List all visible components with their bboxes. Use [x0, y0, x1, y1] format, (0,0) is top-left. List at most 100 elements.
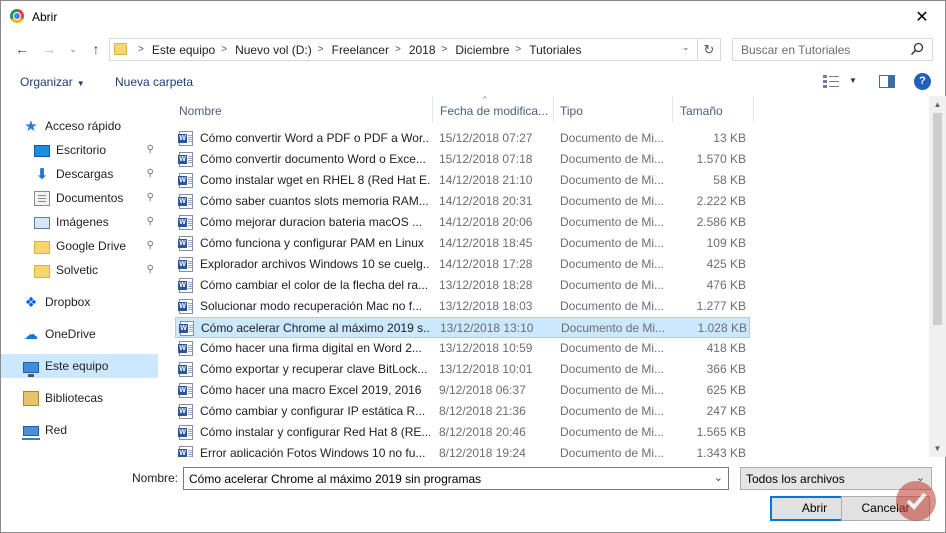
filetype-value: Todos los archivos	[746, 472, 845, 486]
file-size: 625 KB	[706, 383, 746, 397]
file-row[interactable]: Cómo mejorar duracion bateria macOS ... 1…	[175, 212, 750, 233]
address-dropdown-icon[interactable]: ⌄	[682, 42, 690, 53]
file-row[interactable]: Cómo cambiar el color de la flecha del r…	[175, 275, 750, 296]
filename-label: Nombre:	[132, 471, 179, 485]
chevron-right-icon[interactable]: >	[138, 44, 144, 55]
file-name: Cómo convertir documento Word o Exce...	[200, 152, 426, 166]
file-size: 1.028 KB	[697, 321, 747, 335]
scroll-thumb[interactable]	[933, 113, 942, 325]
chevron-right-icon[interactable]: >	[515, 44, 521, 55]
file-row[interactable]: Solucionar modo recuperación Mac no f...…	[175, 296, 750, 317]
file-size: 1.570 KB	[696, 152, 746, 166]
file-row[interactable]: Cómo cambiar y configurar IP estática R.…	[175, 401, 750, 422]
file-row[interactable]: Cómo convertir Word a PDF o PDF a Wor...…	[175, 128, 750, 149]
breadcrumb-item[interactable]: Diciembre	[455, 43, 509, 57]
sidebar-item-label: Bibliotecas	[45, 391, 104, 405]
breadcrumb-item[interactable]: Este equipo	[152, 43, 215, 57]
refresh-button[interactable]: ↻	[698, 38, 721, 61]
vertical-scrollbar[interactable]: ▲ ▼	[929, 96, 946, 457]
forward-button[interactable]: →	[40, 41, 58, 57]
close-button[interactable]: ✕	[899, 1, 945, 32]
file-row[interactable]: Cómo convertir documento Word o Exce... 1…	[175, 149, 750, 170]
sidebar-item-red[interactable]: Red	[1, 418, 158, 442]
column-header-type[interactable]: Tipo	[560, 104, 583, 118]
pin-icon[interactable]: ⚲	[147, 264, 154, 275]
pin-icon[interactable]: ⚲	[147, 240, 154, 251]
sidebar-item-google-drive[interactable]: Google Drive ⚲	[1, 234, 158, 258]
sidebar-item-escritorio[interactable]: Escritorio ⚲	[1, 138, 158, 162]
word-document-icon	[178, 278, 193, 293]
new-folder-button[interactable]: Nueva carpeta	[115, 75, 193, 89]
file-type: Documento de Mi...	[560, 362, 665, 376]
word-document-icon	[178, 341, 193, 356]
scroll-up-icon[interactable]: ▲	[929, 96, 946, 113]
search-icon[interactable]	[910, 42, 924, 56]
file-date: 14/12/2018 20:06	[439, 215, 533, 229]
star-icon: ★	[24, 117, 38, 135]
file-type: Documento de Mi...	[560, 383, 665, 397]
chevron-right-icon[interactable]: >	[442, 44, 448, 55]
pin-icon[interactable]: ⚲	[147, 168, 154, 179]
file-date: 8/12/2018 19:24	[439, 446, 526, 457]
address-bar[interactable]: > Este equipo > Nuevo vol (D:) > Freelancer >2…	[109, 38, 698, 61]
sidebar-item-solvetic[interactable]: Solvetic ⚲	[1, 258, 158, 282]
chevron-down-icon[interactable]: ⌄	[714, 471, 723, 484]
file-size: 418 KB	[706, 341, 746, 355]
column-divider[interactable]	[672, 96, 673, 122]
breadcrumb-item[interactable]: 2018	[409, 43, 436, 57]
sidebar-item-acceso-rápido[interactable]: ★ Acceso rápido	[1, 114, 158, 138]
search-input[interactable]: Buscar en Tutoriales	[732, 38, 933, 61]
file-row[interactable]: Cómo instalar y configurar Red Hat 8 (RE…	[175, 422, 750, 443]
file-row[interactable]: Cómo acelerar Chrome al máximo 2019 s...…	[175, 317, 750, 338]
file-name: Cómo instalar y configurar Red Hat 8 (RE…	[200, 425, 430, 439]
word-document-icon	[178, 236, 193, 251]
sidebar-item-documentos[interactable]: Documentos ⚲	[1, 186, 158, 210]
word-document-icon	[178, 446, 193, 457]
column-header-date[interactable]: Fecha de modifica...	[440, 104, 548, 118]
up-button[interactable]: ↑	[87, 41, 105, 57]
file-row[interactable]: Explorador archivos Windows 10 se cuelg.…	[175, 254, 750, 275]
file-row[interactable]: Cómo exportar y recuperar clave BitLock.…	[175, 359, 750, 380]
view-caret-icon[interactable]: ▼	[849, 76, 857, 85]
file-row[interactable]: Error aplicación Fotos Windows 10 no fu.…	[175, 443, 750, 457]
column-header-size[interactable]: Tamaño	[680, 104, 723, 118]
sidebar-item-este-equipo[interactable]: Este equipo	[1, 354, 158, 378]
sidebar-item-onedrive[interactable]: ☁ OneDrive	[1, 322, 158, 346]
open-file-dialog: Abrir ✕ ← → ⌄ ↑ > Este equipo > Nuevo vol (…	[0, 0, 946, 533]
breadcrumb-item[interactable]: Freelancer	[332, 43, 389, 57]
preview-pane-icon[interactable]	[879, 75, 895, 88]
breadcrumb-item[interactable]: Tutoriales	[529, 43, 581, 57]
recent-locations-button[interactable]: ⌄	[64, 41, 82, 57]
sidebar-item-dropbox[interactable]: ❖ Dropbox	[1, 290, 158, 314]
pin-icon[interactable]: ⚲	[147, 144, 154, 155]
pin-icon[interactable]: ⚲	[147, 192, 154, 203]
help-icon[interactable]: ?	[914, 73, 931, 90]
view-options-icon[interactable]	[823, 75, 839, 88]
word-document-icon	[178, 404, 193, 419]
column-divider[interactable]	[553, 96, 554, 122]
chevron-right-icon[interactable]: >	[221, 44, 227, 55]
column-divider[interactable]	[432, 96, 433, 122]
column-header-name[interactable]: Nombre	[179, 104, 222, 118]
file-row[interactable]: Cómo funciona y configurar PAM en Linux 1…	[175, 233, 750, 254]
file-size: 109 KB	[706, 236, 746, 250]
file-row[interactable]: Cómo hacer una firma digital en Word 2..…	[175, 338, 750, 359]
organize-button[interactable]: Organizar ▼	[20, 75, 85, 89]
sidebar-item-imágenes[interactable]: Imágenes ⚲	[1, 210, 158, 234]
chevron-right-icon[interactable]: >	[395, 44, 401, 55]
pin-icon[interactable]: ⚲	[147, 216, 154, 227]
sidebar-item-bibliotecas[interactable]: Bibliotecas	[1, 386, 158, 410]
file-row[interactable]: Cómo saber cuantos slots memoria RAM... 1…	[175, 191, 750, 212]
column-divider[interactable]	[753, 96, 754, 122]
filename-input[interactable]: Cómo acelerar Chrome al máximo 2019 sin …	[183, 467, 729, 490]
breadcrumb-item[interactable]: Nuevo vol (D:)	[235, 43, 312, 57]
file-date: 14/12/2018 21:10	[439, 173, 533, 187]
file-row[interactable]: Cómo hacer una macro Excel 2019, 2016 9/1…	[175, 380, 750, 401]
sidebar-item-descargas[interactable]: ⬇ Descargas ⚲	[1, 162, 158, 186]
back-button[interactable]: ←	[13, 41, 31, 57]
file-row[interactable]: Como instalar wget en RHEL 8 (Red Hat E.…	[175, 170, 750, 191]
chevron-right-icon[interactable]: >	[318, 44, 324, 55]
scroll-down-icon[interactable]: ▼	[929, 440, 946, 457]
file-size: 58 KB	[713, 173, 746, 187]
word-document-icon	[178, 173, 193, 188]
